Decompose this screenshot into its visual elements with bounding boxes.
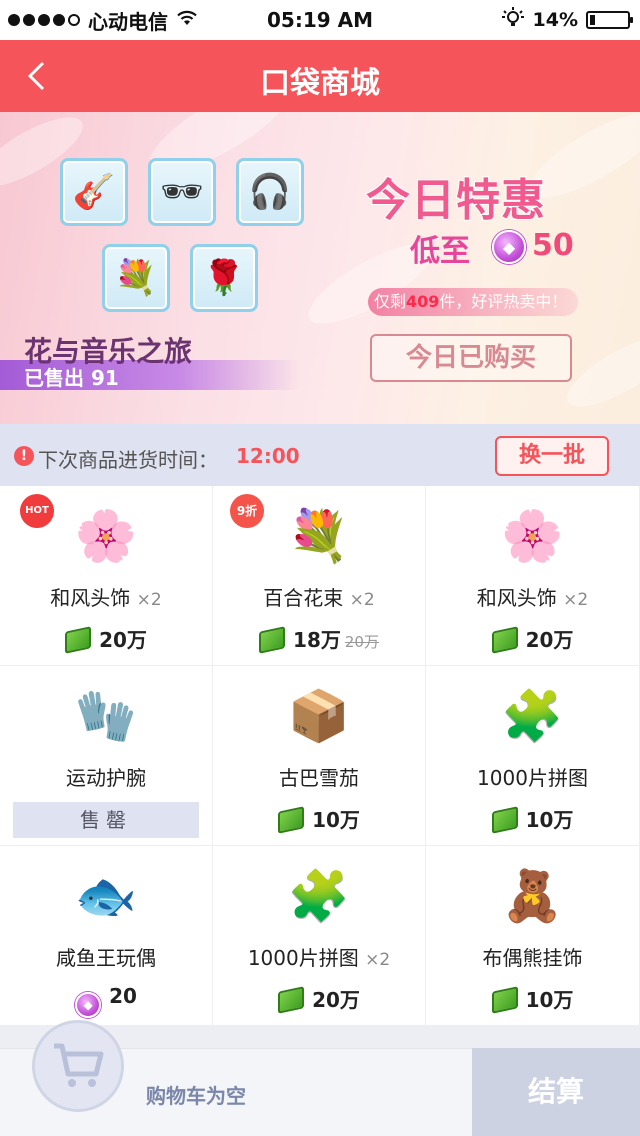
puzzle-box-icon: 🧩 <box>501 687 564 745</box>
original-price: 20万 <box>344 633 379 651</box>
daily-deal-banner[interactable]: 🎸 🕶 🎧 💐 🌹 花与音乐之旅 已售出 91 今日特惠 低至 ◆ 50 仅剩4… <box>0 112 640 424</box>
status-right: 14% <box>501 0 633 40</box>
checkout-button[interactable]: 结算 <box>472 1048 640 1136</box>
product-card[interactable]: 🧸 布偶熊挂饰 10万 <box>426 846 640 1026</box>
cigar-box-icon: 📦 <box>287 687 351 745</box>
product-grid: 🌸 和风头饰 ×2 20万 💐 百合花束 ×2 18万 20万 🌸 和风头饰 ×2… <box>0 486 640 1026</box>
product-price: 20万 <box>213 984 425 1014</box>
product-name: 运动护腕 <box>66 766 146 790</box>
cash-icon <box>259 626 286 654</box>
teddy-bear-charm-icon: 🧸 <box>501 867 564 925</box>
cash-icon <box>65 626 92 654</box>
product-card[interactable]: 📦 古巴雪茄 10万 <box>213 666 426 846</box>
product-card[interactable]: 🐟 咸鱼王玩偶 ◆ 20 <box>0 846 213 1026</box>
sold-out-label: 售罄 <box>13 802 199 838</box>
alert-icon: ! <box>14 446 34 466</box>
product-name: 古巴雪茄 <box>279 766 359 790</box>
hot-badge: HOT <box>20 494 54 528</box>
puzzle-box-icon: 🧩 <box>287 867 351 925</box>
brightness-icon <box>501 6 525 35</box>
product-name: 和风头饰 ×2 <box>476 586 589 610</box>
gem-icon: ◆ <box>492 230 526 264</box>
battery-percent: 14% <box>532 9 578 31</box>
product-card[interactable]: 🌸 和风头饰 ×2 20万 <box>426 486 640 666</box>
deal-title: 今日特惠 <box>365 174 546 227</box>
cash-icon <box>278 806 305 834</box>
product-name: 百合花束 ×2 <box>263 586 375 610</box>
product-name: 1000片拼图 ×2 <box>247 946 391 970</box>
gem-icon: ◆ <box>75 992 102 1018</box>
discount-badge: 9折 <box>230 494 264 528</box>
sold-count: 已售出 91 <box>24 366 119 390</box>
rose-icon: 🌹 <box>190 244 258 312</box>
deal-low-label: 低至 <box>410 234 470 269</box>
fish-plush-icon: 🐟 <box>74 867 138 925</box>
restock-bar: ! 下次商品进货时间： 12:00 换一批 <box>0 424 640 486</box>
bouquet-icon: 💐 <box>102 244 170 312</box>
cash-icon <box>278 986 305 1014</box>
product-name: 1000片拼图 <box>477 766 588 790</box>
stock-note: 仅剩409件，好评热卖中！ <box>368 288 578 316</box>
page-title: 口袋商城 <box>260 66 380 101</box>
restock-time: 12:00 <box>236 444 300 468</box>
headphones-icon: 🎧 <box>236 158 304 226</box>
hair-ornament-icon: 🌸 <box>501 507 564 565</box>
cash-icon <box>491 806 518 834</box>
wristband-icon: 🧤 <box>74 687 138 745</box>
shopping-cart-icon <box>54 1043 104 1087</box>
nav-bar: 口袋商城 <box>0 40 640 112</box>
cash-icon <box>491 986 518 1014</box>
sunglasses-icon: 🕶 <box>148 158 216 226</box>
deal-price: 50 <box>532 228 574 263</box>
battery-icon <box>586 11 633 29</box>
product-price: 20万 <box>426 624 639 654</box>
product-card[interactable]: 🧩 1000片拼图 10万 <box>426 666 640 846</box>
product-price: 10万 <box>426 984 639 1014</box>
product-price: 10万 <box>426 804 639 834</box>
product-price: 18万 20万 <box>213 624 425 654</box>
product-price: ◆ 20 <box>0 984 212 1018</box>
cash-icon <box>491 626 518 654</box>
bought-today-button[interactable]: 今日已购买 <box>370 334 572 382</box>
product-name: 布偶熊挂饰 <box>482 946 583 970</box>
product-card[interactable]: 🧩 1000片拼图 ×2 20万 <box>213 846 426 1026</box>
product-name: 和风头饰 ×2 <box>50 586 162 610</box>
product-name: 咸鱼王玩偶 <box>56 946 156 970</box>
product-price: 20万 <box>0 624 212 654</box>
guitar-icon: 🎸 <box>60 158 128 226</box>
restock-label: 下次商品进货时间： <box>38 448 218 472</box>
product-price: 10万 <box>213 804 425 834</box>
cart-button[interactable] <box>32 1020 124 1112</box>
status-bar: 心动电信 05:19 AM 14% <box>0 0 640 40</box>
cart-empty-label: 购物车为空 <box>146 1084 246 1108</box>
refresh-batch-button[interactable]: 换一批 <box>495 436 609 476</box>
